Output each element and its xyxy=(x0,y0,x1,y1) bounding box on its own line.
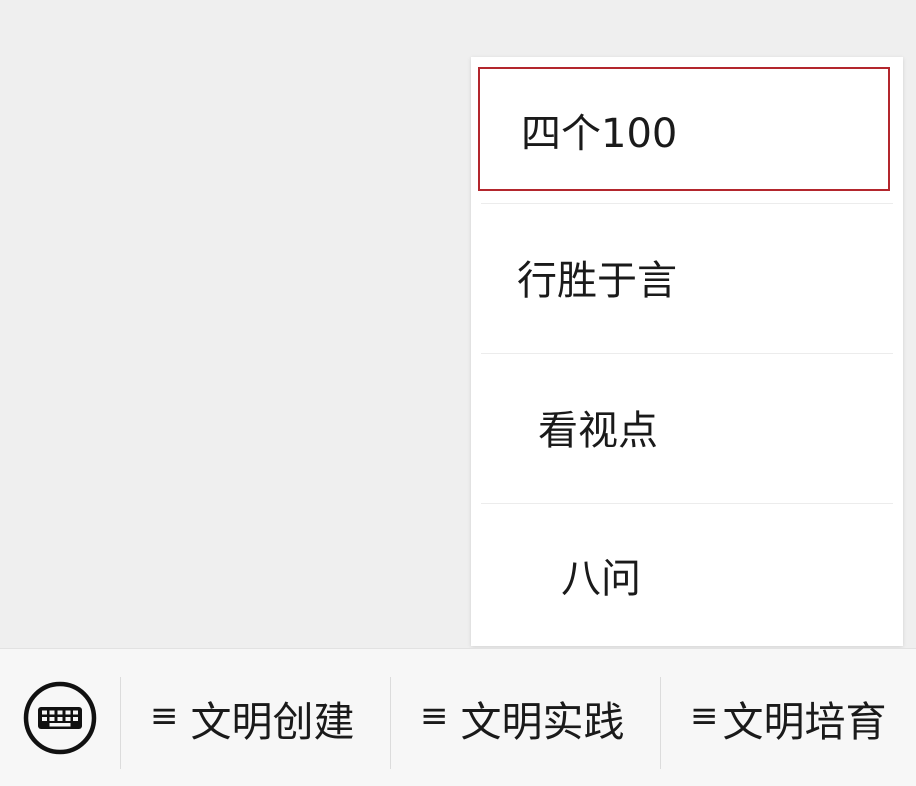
submenu-item-label: 行胜于言 xyxy=(517,258,677,304)
keyboard-icon xyxy=(23,681,97,754)
tab-label: 文明培育 xyxy=(722,697,887,746)
submenu-item-label: 四个100 xyxy=(521,111,678,157)
submenu-item-label: 看视点 xyxy=(538,408,658,454)
keyboard-toggle-button[interactable] xyxy=(0,649,120,786)
bottom-menu-bar: ≡ 文明创建 ≡ 文明实践 ≡ 文明培育 xyxy=(0,648,916,786)
divider xyxy=(120,677,121,769)
tab-label: 文明创建 xyxy=(190,697,355,746)
hamburger-icon: ≡ xyxy=(420,695,449,736)
submenu-item-eight-questions[interactable]: 八问 xyxy=(471,503,903,646)
submenu-item-four-hundred[interactable]: 四个100 xyxy=(471,57,903,203)
submenu-popup: 四个100 行胜于言 看视点 八问 xyxy=(471,57,903,646)
tab-civilization-creation[interactable]: ≡ 文明创建 xyxy=(150,649,355,786)
tab-civilization-practice[interactable]: ≡ 文明实践 xyxy=(420,649,625,786)
divider xyxy=(660,677,661,769)
hamburger-icon: ≡ xyxy=(690,695,719,736)
submenu-item-label: 八问 xyxy=(561,555,641,602)
tab-civilization-cultivation[interactable]: ≡ 文明培育 xyxy=(690,649,887,786)
tab-label: 文明实践 xyxy=(460,697,625,746)
submenu-item-actions-speak[interactable]: 行胜于言 xyxy=(471,203,903,351)
divider xyxy=(390,677,391,769)
hamburger-icon: ≡ xyxy=(150,695,179,736)
submenu-item-viewpoints[interactable]: 看视点 xyxy=(471,353,903,501)
screen: 四个100 行胜于言 看视点 八问 ≡ 文明创建 ≡ 文明实践 ≡ 文明培育 xyxy=(0,0,916,786)
